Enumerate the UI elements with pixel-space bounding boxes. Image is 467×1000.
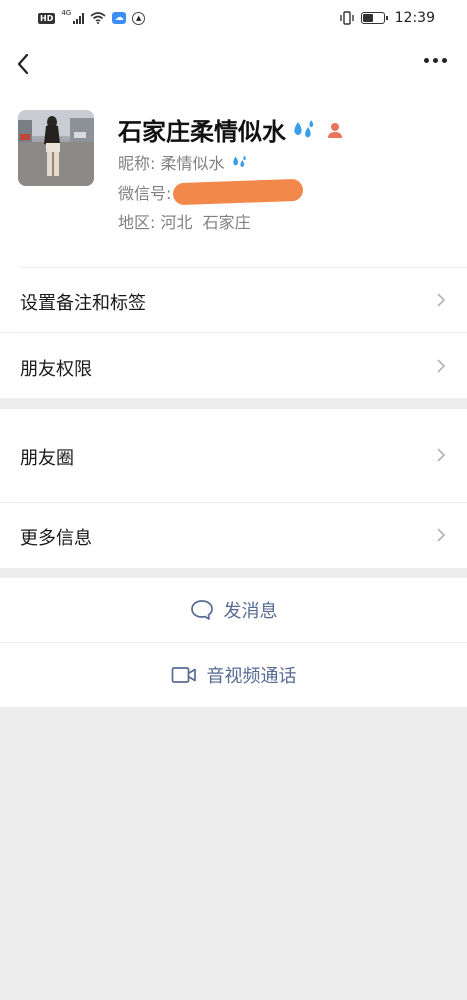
battery-icon — [360, 12, 388, 24]
status-bar: HD 4G ☁ ▲ 12:39 — [0, 0, 467, 36]
name-row: 石家庄柔情似水 — [118, 112, 344, 147]
nickname-value: 柔情似水 — [160, 154, 225, 173]
profile-card: 石家庄柔情似水 昵称: 柔情似水 微信号: 地区: 河北 石家庄 — [0, 92, 467, 268]
moments-row[interactable]: 朋友圈 — [0, 409, 467, 502]
chat-bubble-icon — [190, 600, 213, 620]
status-left: HD 4G ☁ ▲ — [38, 9, 146, 25]
moments-label: 朋友圈 — [20, 448, 74, 469]
network-type: 4G — [61, 9, 72, 17]
more-dots-icon[interactable] — [424, 58, 447, 63]
nickname-label: 昵称: — [118, 154, 156, 173]
chevron-right-icon — [437, 448, 446, 462]
status-right: 12:39 — [339, 10, 435, 26]
avatar-photo — [18, 110, 94, 186]
app-icon: ▲ — [132, 11, 146, 25]
wechat-id-label: 微信号: — [118, 184, 172, 203]
friend-permissions-label: 朋友权限 — [20, 359, 92, 380]
nickname-line: 昵称: 柔情似水 — [118, 150, 248, 174]
more-info-label: 更多信息 — [20, 528, 92, 549]
status-time: 12:39 — [394, 10, 435, 26]
send-message-label: 发消息 — [223, 601, 278, 622]
chevron-right-icon — [437, 293, 446, 307]
region-line: 地区: 河北 石家庄 — [118, 209, 251, 233]
hd-icon: HD — [38, 12, 56, 24]
chevron-right-icon — [437, 359, 446, 373]
video-call-button[interactable]: 音视频通话 — [0, 643, 467, 707]
wechat-id-line: 微信号: — [118, 180, 171, 204]
chevron-left-icon[interactable] — [12, 50, 38, 78]
chevron-right-icon — [437, 528, 446, 542]
vibrate-icon — [339, 11, 354, 25]
signal-icon — [73, 12, 85, 24]
avatar[interactable] — [18, 110, 94, 186]
redaction-mark — [172, 178, 304, 206]
region-label: 地区: — [118, 213, 156, 232]
send-message-button[interactable]: 发消息 — [0, 578, 467, 642]
more-info-row[interactable]: 更多信息 — [0, 503, 467, 568]
region-value: 河北 石家庄 — [160, 213, 251, 232]
person-icon — [328, 122, 342, 138]
sweat-drops-small-icon — [232, 155, 246, 167]
wifi-icon — [90, 12, 106, 24]
video-call-label: 音视频通话 — [206, 666, 297, 687]
nav-bar — [0, 36, 467, 92]
display-name: 石家庄柔情似水 — [118, 118, 286, 146]
video-camera-icon — [171, 667, 196, 683]
friend-permissions-row[interactable]: 朋友权限 — [0, 333, 467, 398]
battery-fill — [362, 14, 373, 22]
cloud-icon: ☁ — [112, 12, 127, 24]
remark-tags-label: 设置备注和标签 — [20, 293, 146, 314]
remark-tags-row[interactable]: 设置备注和标签 — [0, 268, 467, 332]
sweat-drops-icon — [294, 119, 314, 137]
